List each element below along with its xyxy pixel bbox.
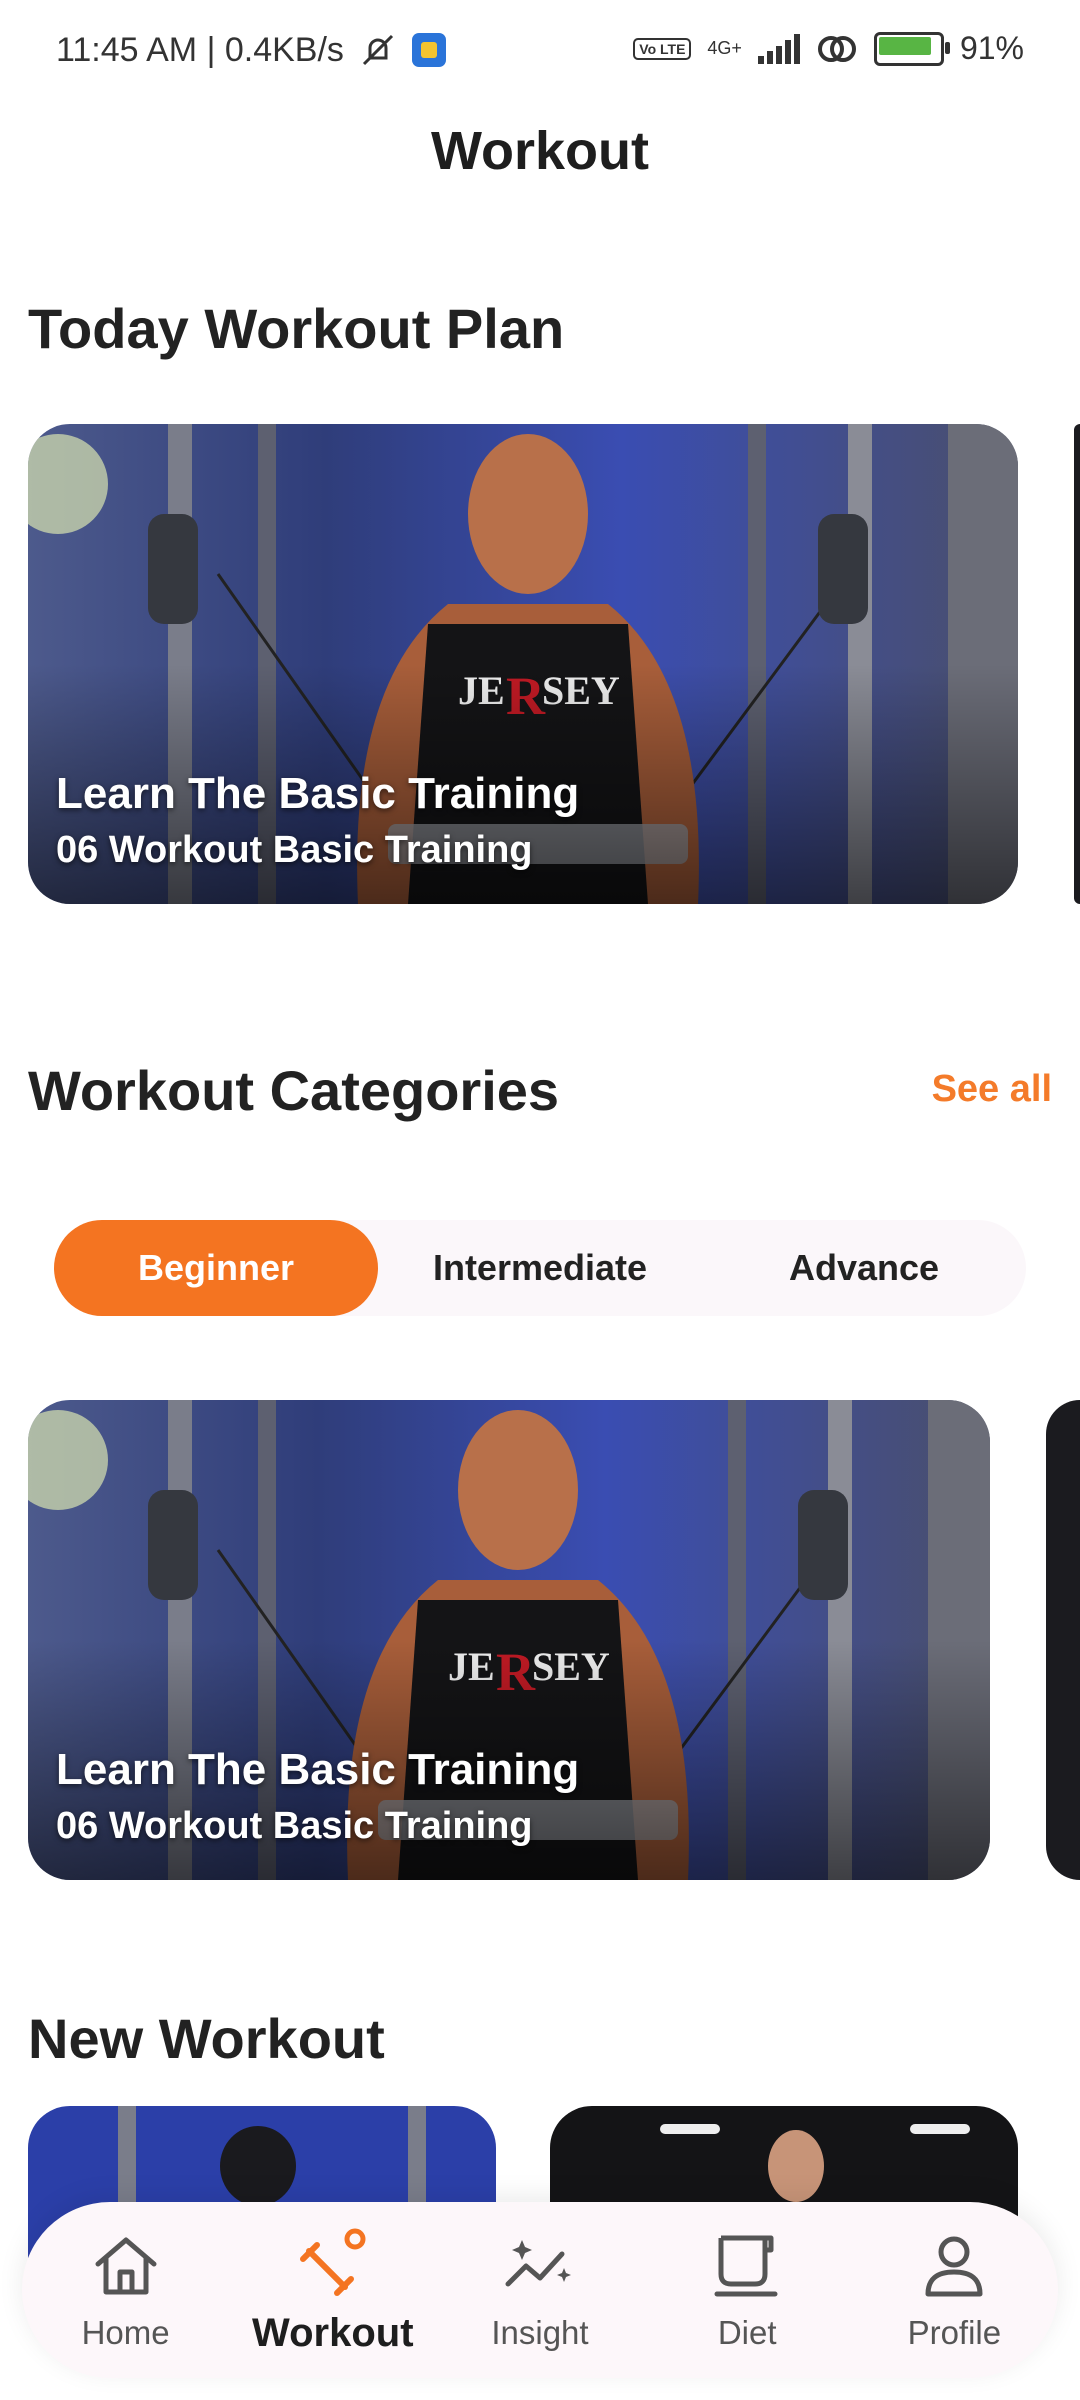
see-all-link[interactable]: See all [932, 1068, 1052, 1111]
volte-badge: Vo LTE [633, 37, 692, 60]
category-card[interactable]: JE R SEY Learn The Basic Training 06 Wor… [28, 1400, 990, 1880]
card-text: Learn The Basic Training 06 Workout Basi… [56, 769, 579, 872]
nav-profile[interactable]: Profile [864, 2228, 1044, 2352]
nav-home[interactable]: Home [36, 2228, 216, 2352]
status-bar: 11:45 AM | 0.4KB/s Vo LTE 4G+ 91% [0, 0, 1080, 104]
sparkle-chart-icon [505, 2240, 571, 2287]
tab-advance[interactable]: Advance [702, 1220, 1026, 1316]
status-time: 11:45 AM | 0.4KB/s [56, 30, 344, 69]
nav-diet[interactable]: Diet [657, 2228, 837, 2352]
muted-bell-icon [362, 34, 393, 66]
dumbbell-icon [299, 2228, 366, 2296]
category-tabs: Beginner Intermediate Advance [54, 1220, 1026, 1316]
tab-intermediate[interactable]: Intermediate [378, 1220, 702, 1316]
next-category-card-peek[interactable] [1046, 1400, 1080, 1880]
nav-label-workout: Workout [252, 2310, 414, 2355]
nav-label-diet: Diet [717, 2314, 777, 2351]
card-text: Learn The Basic Training 06 Workout Basi… [56, 1745, 579, 1848]
status-left: 11:45 AM | 0.4KB/s [56, 30, 446, 70]
nav-workout[interactable]: Workout [243, 2225, 423, 2356]
link-icon [817, 35, 856, 62]
signal-icon [757, 33, 800, 64]
status-right: Vo LTE 4G+ 91% [633, 30, 1024, 67]
network-type: 4G+ [707, 38, 742, 58]
home-icon [95, 2237, 157, 2295]
nav-insight[interactable]: Insight [450, 2228, 630, 2352]
today-plan-heading: Today Workout Plan [28, 297, 565, 360]
nav-label-profile: Profile [907, 2314, 1002, 2351]
card-title: Learn The Basic Training [56, 1745, 580, 1794]
nav-label-home: Home [81, 2314, 170, 2351]
bottom-navigation: Home Workout Insight Diet Profile [22, 2202, 1058, 2378]
card-subtitle: 06 Workout Basic Training [56, 829, 533, 871]
person-icon [925, 2236, 983, 2297]
app-notification-icon [411, 33, 446, 67]
today-plan-card[interactable]: JE R SEY Learn The Basic Training 06 Wor… [28, 424, 1018, 904]
next-card-peek[interactable] [1074, 424, 1080, 904]
battery-level: 91% [959, 30, 1024, 66]
categories-heading: Workout Categories [28, 1059, 560, 1122]
cup-icon [714, 2235, 778, 2297]
battery-icon [873, 31, 950, 66]
card-subtitle: 06 Workout Basic Training [56, 1805, 533, 1847]
nav-label-insight: Insight [491, 2314, 589, 2351]
card-title: Learn The Basic Training [56, 769, 580, 818]
new-workout-heading: New Workout [28, 2007, 385, 2070]
page-title: Workout [431, 121, 649, 181]
tab-beginner[interactable]: Beginner [54, 1220, 378, 1316]
